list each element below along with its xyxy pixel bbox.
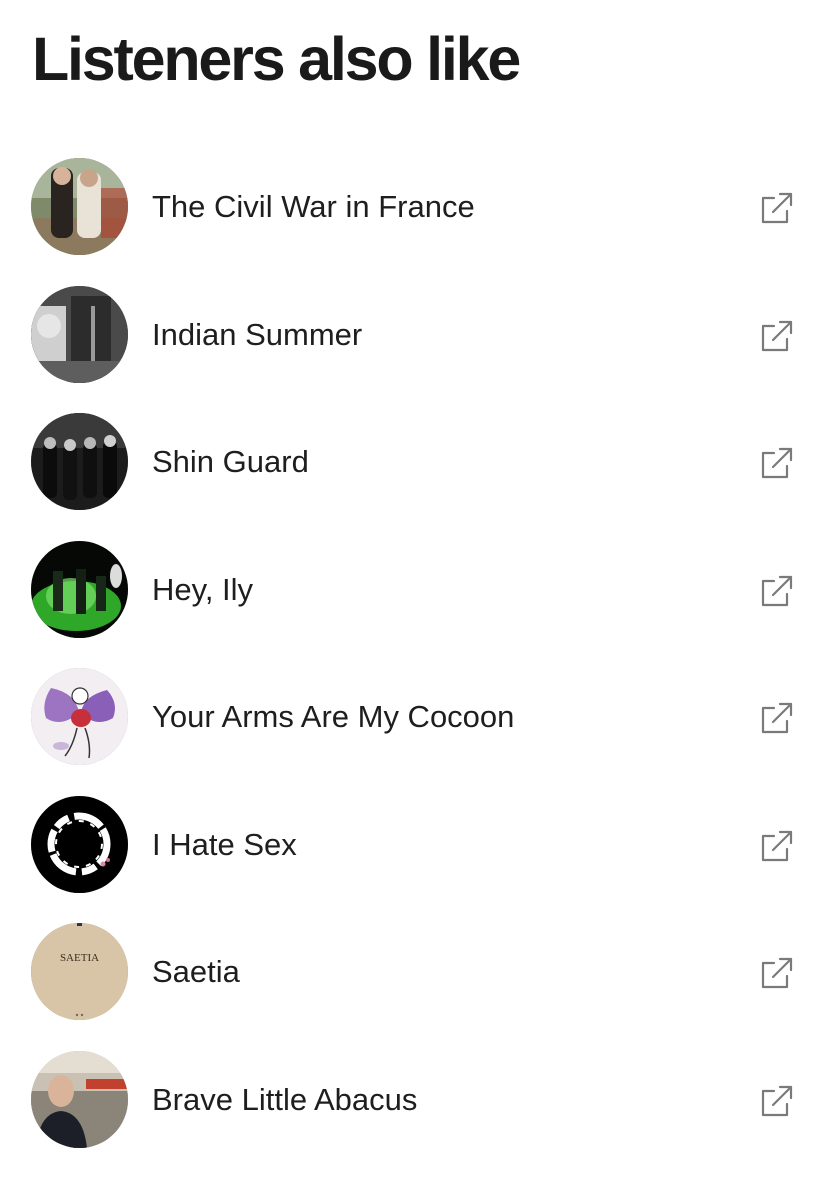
external-link-icon[interactable]	[759, 956, 793, 990]
external-link-icon[interactable]	[759, 446, 793, 480]
artist-name[interactable]: Hey, Ily	[152, 571, 253, 609]
artist-name[interactable]: The Civil War in France	[152, 188, 475, 226]
artist-name[interactable]: Brave Little Abacus	[152, 1081, 417, 1119]
saetia-cover-text: SAETIA	[60, 952, 99, 964]
external-link-icon[interactable]	[759, 701, 793, 735]
external-link-icon[interactable]	[759, 319, 793, 353]
artist-row-indian-summer[interactable]: Indian Summer	[0, 272, 824, 400]
artist-name[interactable]: Shin Guard	[152, 443, 309, 481]
artist-avatar[interactable]	[31, 1050, 128, 1148]
page-title: Listeners also like	[32, 25, 521, 93]
artist-row-brave-little-abacus[interactable]: Brave Little Abacus	[0, 1037, 824, 1165]
artist-avatar[interactable]	[31, 158, 128, 255]
artist-row-saetia[interactable]: SAETIA Saetia	[0, 909, 824, 1037]
artist-list: The Civil War in France Indian Summer Sh…	[0, 144, 824, 1164]
artist-name[interactable]: Indian Summer	[152, 316, 362, 354]
artist-avatar[interactable]	[31, 540, 128, 638]
artist-name[interactable]: I Hate Sex	[152, 826, 297, 864]
external-link-icon[interactable]	[759, 829, 793, 863]
artist-name[interactable]: Your Arms Are My Cocoon	[152, 698, 514, 736]
artist-avatar[interactable]	[31, 795, 128, 893]
artist-avatar[interactable]	[31, 668, 128, 765]
artist-avatar[interactable]: SAETIA	[31, 923, 128, 1020]
artist-row-your-arms-are-my-cocoon[interactable]: Your Arms Are My Cocoon	[0, 654, 824, 782]
artist-row-hey-ily[interactable]: Hey, Ily	[0, 527, 824, 655]
external-link-icon[interactable]	[759, 1084, 793, 1118]
artist-avatar[interactable]	[31, 285, 128, 383]
artist-row-i-hate-sex[interactable]: I Hate Sex	[0, 782, 824, 910]
external-link-icon[interactable]	[759, 574, 793, 608]
artist-row-the-civil-war-in-france[interactable]: The Civil War in France	[0, 144, 824, 272]
external-link-icon[interactable]	[759, 191, 793, 225]
artist-avatar[interactable]	[31, 413, 128, 510]
artist-name[interactable]: Saetia	[152, 953, 240, 991]
artist-row-shin-guard[interactable]: Shin Guard	[0, 399, 824, 527]
